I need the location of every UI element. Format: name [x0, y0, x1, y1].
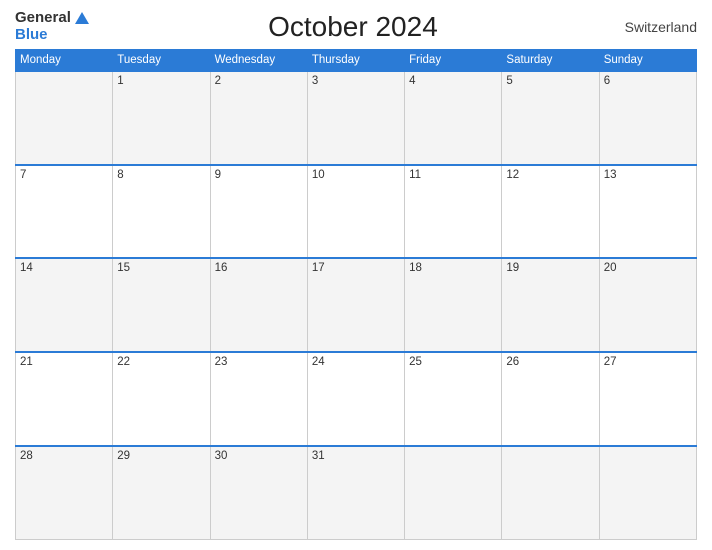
calendar-cell: 11	[405, 165, 502, 259]
calendar-cell: 17	[307, 258, 404, 352]
col-friday: Friday	[405, 50, 502, 72]
calendar-cell	[16, 71, 113, 165]
calendar-cell: 25	[405, 352, 502, 446]
calendar-cell: 24	[307, 352, 404, 446]
calendar-cell: 26	[502, 352, 599, 446]
calendar-cell: 3	[307, 71, 404, 165]
calendar-cell: 12	[502, 165, 599, 259]
calendar-page: General Blue October 2024 Switzerland Mo…	[0, 0, 712, 550]
col-tuesday: Tuesday	[113, 50, 210, 72]
calendar-cell: 28	[16, 446, 113, 540]
calendar-cell: 30	[210, 446, 307, 540]
calendar-table: Monday Tuesday Wednesday Thursday Friday…	[15, 49, 697, 540]
calendar-cell: 13	[599, 165, 696, 259]
table-row: 78910111213	[16, 165, 697, 259]
calendar-cell: 4	[405, 71, 502, 165]
calendar-cell	[599, 446, 696, 540]
table-row: 14151617181920	[16, 258, 697, 352]
calendar-cell: 27	[599, 352, 696, 446]
calendar-cell: 19	[502, 258, 599, 352]
header: General Blue October 2024 Switzerland	[15, 10, 697, 43]
calendar-cell: 8	[113, 165, 210, 259]
col-sunday: Sunday	[599, 50, 696, 72]
col-thursday: Thursday	[307, 50, 404, 72]
col-monday: Monday	[16, 50, 113, 72]
logo-general-text: General	[15, 10, 71, 27]
calendar-cell	[405, 446, 502, 540]
col-wednesday: Wednesday	[210, 50, 307, 72]
calendar-cell: 10	[307, 165, 404, 259]
calendar-cell: 15	[113, 258, 210, 352]
calendar-cell: 1	[113, 71, 210, 165]
col-saturday: Saturday	[502, 50, 599, 72]
logo: General Blue	[15, 10, 89, 43]
calendar-cell: 16	[210, 258, 307, 352]
calendar-header-row: Monday Tuesday Wednesday Thursday Friday…	[16, 50, 697, 72]
table-row: 28293031	[16, 446, 697, 540]
calendar-cell: 18	[405, 258, 502, 352]
table-row: 21222324252627	[16, 352, 697, 446]
logo-triangle-icon	[75, 12, 89, 24]
calendar-cell: 21	[16, 352, 113, 446]
calendar-cell: 2	[210, 71, 307, 165]
calendar-cell: 29	[113, 446, 210, 540]
calendar-cell: 23	[210, 352, 307, 446]
page-title: October 2024	[89, 11, 617, 43]
calendar-cell: 20	[599, 258, 696, 352]
country-label: Switzerland	[617, 19, 697, 35]
table-row: 123456	[16, 71, 697, 165]
calendar-cell	[502, 446, 599, 540]
calendar-cell: 6	[599, 71, 696, 165]
calendar-cell: 22	[113, 352, 210, 446]
calendar-cell: 31	[307, 446, 404, 540]
calendar-cell: 9	[210, 165, 307, 259]
calendar-cell: 14	[16, 258, 113, 352]
calendar-cell: 7	[16, 165, 113, 259]
calendar-cell: 5	[502, 71, 599, 165]
logo-blue-text: Blue	[15, 27, 48, 44]
